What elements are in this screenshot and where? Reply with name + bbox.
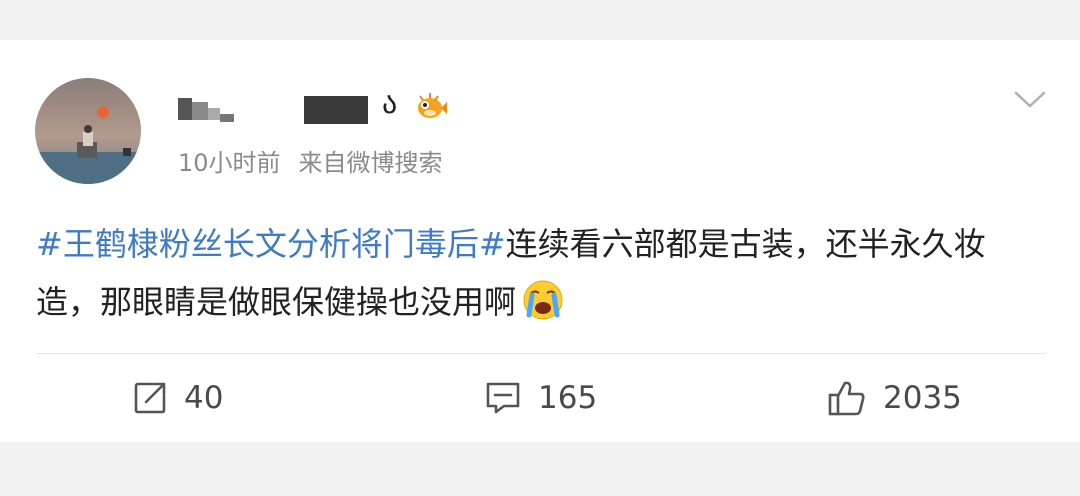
repost-button[interactable]: 40 bbox=[132, 376, 223, 420]
comment-icon bbox=[486, 382, 520, 414]
post-meta: 10小时前 来自微博搜索 bbox=[178, 143, 443, 178]
username[interactable]: ა bbox=[178, 86, 468, 132]
divider bbox=[36, 353, 1046, 354]
like-count: 2035 bbox=[883, 380, 962, 416]
like-button[interactable]: 2035 bbox=[827, 376, 962, 420]
timestamp: 10小时前 bbox=[178, 149, 281, 177]
comment-count: 165 bbox=[538, 380, 598, 416]
thumbs-up-icon bbox=[828, 381, 865, 416]
post-card: ა 10小时前 来自微博搜索 #王鹤棣粉丝长文分析将门毒后#连续看六部都是古装，还… bbox=[0, 40, 1080, 442]
repost-icon bbox=[134, 382, 166, 414]
crying-face-icon bbox=[523, 280, 563, 320]
comment-button[interactable]: 165 bbox=[484, 376, 597, 420]
avatar[interactable] bbox=[35, 78, 141, 184]
repost-count: 40 bbox=[184, 380, 224, 416]
post-content: #王鹤棣粉丝长文分析将门毒后#连续看六部都是古装，还半永久妆造，那眼睛是做眼保健… bbox=[36, 215, 1046, 331]
pufferfish-badge-icon bbox=[418, 93, 447, 118]
username-fragment: ა bbox=[382, 86, 398, 121]
chevron-down-icon[interactable] bbox=[1014, 90, 1046, 110]
top-spacer bbox=[0, 0, 1080, 40]
topic-link[interactable]: #王鹤棣粉丝长文分析将门毒后# bbox=[36, 225, 506, 263]
bottom-spacer bbox=[0, 442, 1080, 496]
post-source: 来自微博搜索 bbox=[298, 149, 443, 177]
